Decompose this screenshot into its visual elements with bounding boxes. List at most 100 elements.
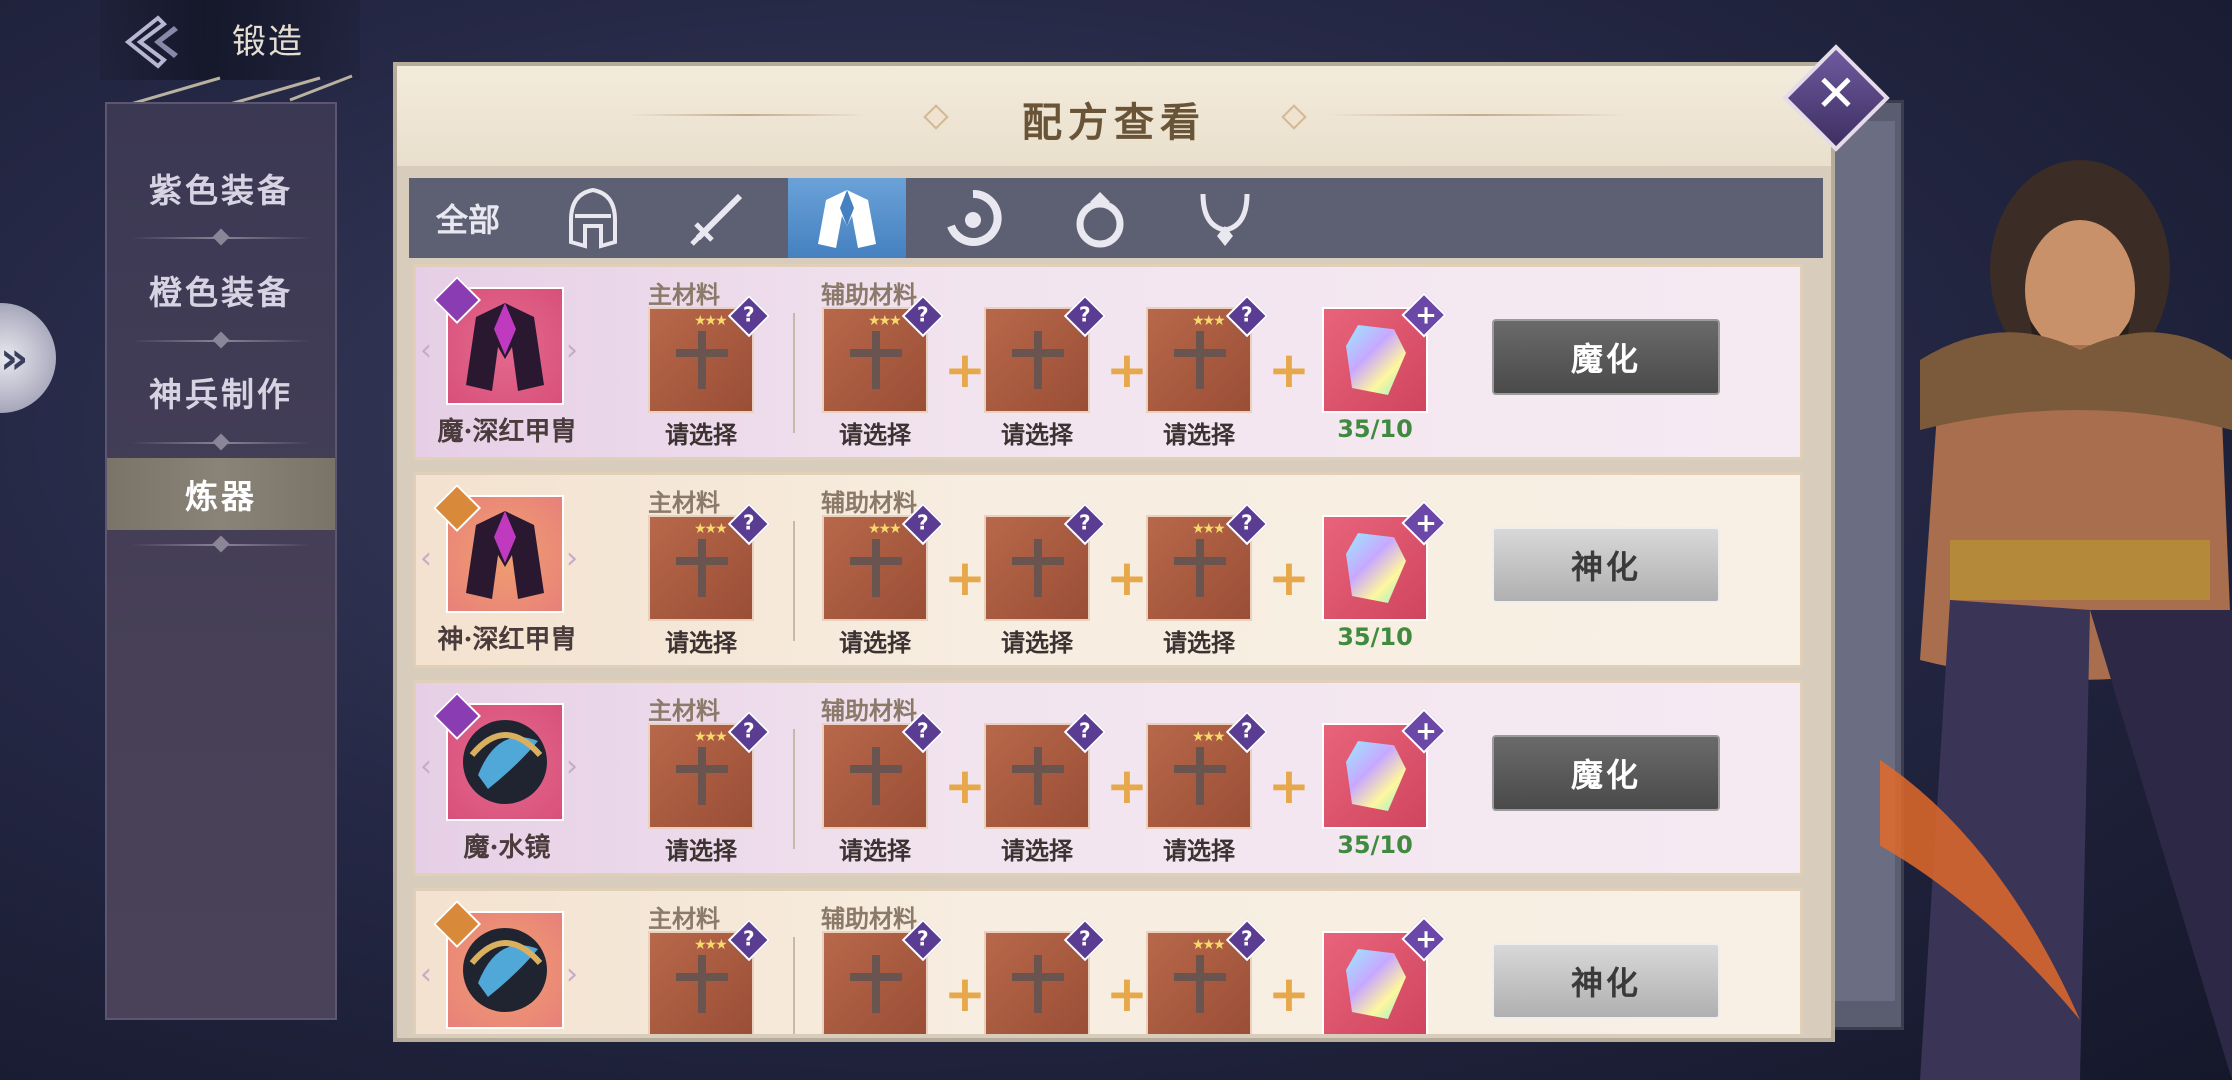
star-icon: ★★★ <box>694 729 728 745</box>
expand-handle[interactable]: » <box>0 303 56 413</box>
add-icon[interactable]: + <box>1401 708 1447 754</box>
sidebar-item-label: 炼器 <box>185 477 257 516</box>
question-icon[interactable]: ? <box>1063 502 1107 546</box>
aux-material-slot[interactable]: ? <box>984 710 1107 829</box>
empty-slot-icon <box>676 747 728 805</box>
crystal-material-slot[interactable]: + <box>1322 708 1447 829</box>
refine-button[interactable]: 魔化 <box>1492 319 1720 395</box>
crystal-material-slot[interactable]: + <box>1322 500 1447 621</box>
chevron-left-icon: ‹ <box>420 957 432 992</box>
slot-label: 请选择 <box>665 421 737 449</box>
divider <box>793 729 795 849</box>
main-material-slot[interactable]: ★★★? <box>648 710 771 829</box>
aux-material-slot[interactable]: ★★★? <box>822 502 945 621</box>
plus-icon: + <box>1106 341 1148 399</box>
star-icon: ★★★ <box>868 521 902 537</box>
sidebar-item-label: 神兵制作 <box>149 375 293 414</box>
chevron-right-icon: › <box>566 957 578 992</box>
tab-necklace[interactable] <box>1166 178 1284 258</box>
aux-material-slot[interactable]: ★★★? <box>1146 918 1269 1034</box>
aux-material-slot[interactable]: ★★★? <box>1146 294 1269 413</box>
slot-label: 请选择 <box>665 629 737 657</box>
recipe-list: ‹ › 魔·深红甲胄 主材料 辅助材料 ★★★? 请选择 ★★★? 请选择 + … <box>413 264 1823 1034</box>
plus-icon: + <box>1268 341 1310 399</box>
tab-weapon[interactable] <box>659 178 777 258</box>
add-icon[interactable]: + <box>1401 916 1447 962</box>
question-icon[interactable]: ? <box>1225 710 1269 754</box>
armor-icon <box>818 190 876 248</box>
crystal-material-slot[interactable]: + <box>1322 292 1447 413</box>
close-icon: ✕ <box>1815 64 1857 123</box>
question-icon[interactable]: ? <box>727 710 771 754</box>
chevron-right-icon: › <box>566 541 578 576</box>
main-material-slot[interactable]: ★★★? <box>648 294 771 413</box>
crystal-material-slot[interactable]: + <box>1322 916 1447 1034</box>
empty-slot-icon <box>1174 539 1226 597</box>
aux-material-slot[interactable]: ★★★? <box>1146 710 1269 829</box>
ring-icon <box>1076 192 1124 248</box>
tab-ring[interactable] <box>1041 178 1159 258</box>
tab-armor[interactable] <box>788 178 906 258</box>
refine-button[interactable]: 神化 <box>1492 527 1720 603</box>
empty-slot-icon <box>850 539 902 597</box>
aux-material-label: 辅助材料 <box>821 697 917 725</box>
recipe-row: ‹ › 魔·深红甲胄 主材料 辅助材料 ★★★? 请选择 ★★★? 请选择 + … <box>413 264 1803 460</box>
tab-helmet[interactable] <box>534 178 652 258</box>
slot-label: 请选择 <box>839 837 911 865</box>
question-icon[interactable]: ? <box>727 502 771 546</box>
recipe-row: ‹ › 魔·水镜 主材料 辅助材料 ★★★? 请选择 ? 请选择 + ? 请选择… <box>413 680 1803 876</box>
back-button[interactable] <box>118 12 188 72</box>
slot-label: 请选择 <box>1001 629 1073 657</box>
necklace-icon <box>1200 193 1250 246</box>
tab-all[interactable]: 全部 <box>409 178 527 258</box>
sidebar-item-orange-gear[interactable]: 橙色装备 <box>107 254 335 326</box>
main-material-slot[interactable]: ★★★? <box>648 502 771 621</box>
aux-material-slot[interactable]: ? <box>822 710 945 829</box>
empty-slot-icon <box>1012 955 1064 1013</box>
sidebar-item-weapon-craft[interactable]: 神兵制作 <box>107 356 335 428</box>
empty-slot-icon <box>1012 331 1064 389</box>
crystal-icon <box>1346 533 1406 603</box>
empty-slot-icon <box>1174 955 1226 1013</box>
empty-slot-icon <box>850 747 902 805</box>
divider <box>793 521 795 641</box>
recipe-row: ‹ › 主材料 辅助材料 ★★★? ? + ? + ★★★? + + 神化 <box>413 888 1803 1034</box>
empty-slot-icon <box>850 955 902 1013</box>
aux-material-slot[interactable]: ? <box>984 294 1107 413</box>
add-icon[interactable]: + <box>1401 500 1447 546</box>
main-material-label: 主材料 <box>648 697 720 725</box>
slot-label: 请选择 <box>839 421 911 449</box>
divider-dot <box>212 433 230 451</box>
aux-material-slot[interactable]: ? <box>984 918 1107 1034</box>
plus-icon: + <box>1268 757 1310 815</box>
add-icon[interactable]: + <box>1401 292 1447 338</box>
question-icon[interactable]: ? <box>727 918 771 962</box>
main-material-slot[interactable]: ★★★? <box>648 918 771 1034</box>
star-icon: ★★★ <box>1192 937 1226 953</box>
refine-button[interactable]: 神化 <box>1492 943 1720 1019</box>
main-material-label: 主材料 <box>648 905 720 933</box>
question-icon[interactable]: ? <box>1063 710 1107 754</box>
sidebar-item-label: 紫色装备 <box>149 171 293 210</box>
question-icon[interactable]: ? <box>1225 294 1269 338</box>
sidebar-item-refine[interactable]: 炼器 <box>107 458 335 530</box>
aux-material-slot[interactable]: ? <box>984 502 1107 621</box>
tab-bracelet[interactable] <box>914 178 1032 258</box>
hero-character <box>1880 160 2232 1080</box>
question-icon[interactable]: ? <box>727 294 771 338</box>
sidebar-item-purple-gear[interactable]: 紫色装备 <box>107 152 335 224</box>
question-icon[interactable]: ? <box>1063 918 1107 962</box>
question-icon[interactable]: ? <box>1063 294 1107 338</box>
aux-material-slot[interactable]: ★★★? <box>1146 502 1269 621</box>
back-arrow-icon <box>124 15 178 69</box>
crystal-icon <box>1346 949 1406 1019</box>
question-icon[interactable]: ? <box>1225 918 1269 962</box>
aux-material-slot[interactable]: ★★★? <box>822 294 945 413</box>
star-icon: ★★★ <box>694 937 728 953</box>
refine-button[interactable]: 魔化 <box>1492 735 1720 811</box>
aux-material-slot[interactable]: ? <box>822 918 945 1034</box>
tab-label: 全部 <box>435 201 500 239</box>
dialog-title: 配方查看 <box>1022 99 1206 146</box>
slot-label: 请选择 <box>1163 837 1235 865</box>
question-icon[interactable]: ? <box>1225 502 1269 546</box>
